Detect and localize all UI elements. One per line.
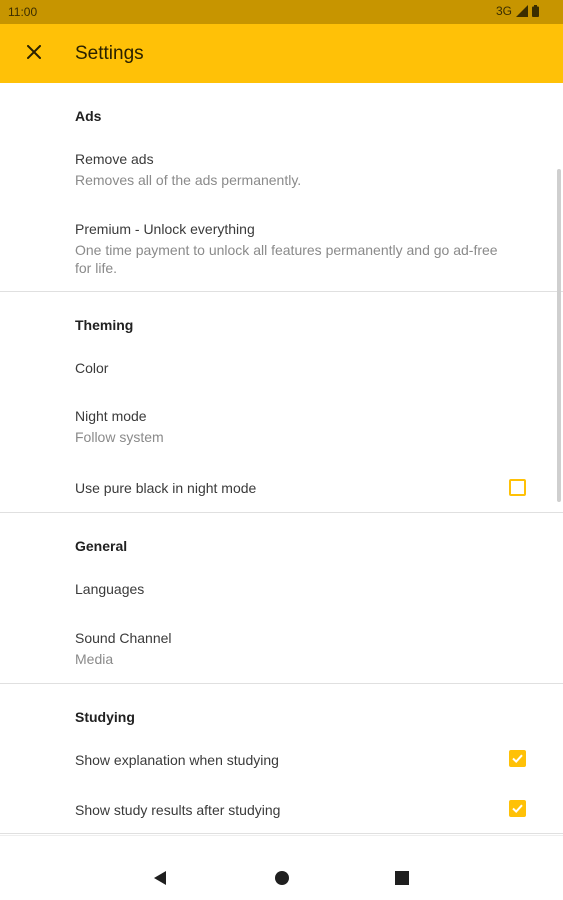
close-button[interactable] — [16, 36, 52, 72]
back-icon — [153, 870, 167, 891]
show-explanation-title: Show explanation when studying — [75, 752, 279, 768]
page-title: Settings — [75, 43, 144, 64]
show-results-checkbox[interactable] — [509, 800, 526, 817]
back-button[interactable] — [146, 866, 174, 894]
color-title: Color — [75, 360, 109, 376]
settings-list[interactable]: Ads Remove ads Removes all of the ads pe… — [0, 83, 563, 835]
premium-summary-line1: One time payment to unlock all features … — [75, 242, 498, 258]
premium-item[interactable]: Premium - Unlock everything One time pay… — [0, 209, 563, 289]
pure-black-item[interactable]: Use pure black in night mode — [0, 463, 563, 511]
show-results-title: Show study results after studying — [75, 802, 281, 818]
night-mode-title: Night mode — [75, 408, 147, 424]
remove-ads-summary: Removes all of the ads permanently. — [75, 172, 302, 188]
pure-black-title: Use pure black in night mode — [75, 480, 257, 496]
premium-title: Premium - Unlock everything — [75, 221, 255, 237]
divider — [0, 512, 563, 513]
recents-icon — [395, 870, 409, 890]
divider — [0, 683, 563, 684]
color-item[interactable]: Color — [0, 345, 563, 389]
show-results-item[interactable]: Show study results after studying — [0, 788, 563, 832]
category-general-header: General — [75, 538, 128, 554]
premium-summary-line2: for life. — [75, 260, 118, 276]
divider — [0, 291, 563, 292]
night-mode-summary: Follow system — [75, 429, 164, 445]
home-button[interactable] — [268, 866, 296, 894]
recents-button[interactable] — [388, 866, 416, 894]
pure-black-checkbox[interactable] — [509, 479, 526, 496]
scrollbar[interactable] — [557, 169, 561, 502]
sound-channel-item[interactable]: Sound Channel Media — [0, 616, 563, 678]
category-theming-header: Theming — [75, 317, 134, 333]
divider — [0, 833, 563, 834]
status-icons: 3G — [496, 4, 539, 18]
category-ads-header: Ads — [75, 108, 102, 124]
show-explanation-checkbox[interactable] — [509, 750, 526, 767]
signal-icon — [516, 5, 528, 17]
category-studying-header: Studying — [75, 709, 135, 725]
remove-ads-item[interactable]: Remove ads Removes all of the ads perman… — [0, 139, 563, 199]
app-bar: Settings — [0, 24, 563, 83]
navigation-bar — [0, 835, 563, 900]
status-time: 11:00 — [8, 5, 38, 19]
sound-channel-summary: Media — [75, 651, 114, 667]
languages-title: Languages — [75, 581, 145, 597]
home-icon — [274, 870, 290, 891]
battery-icon — [532, 5, 539, 17]
remove-ads-title: Remove ads — [75, 151, 154, 167]
network-type: 3G — [495, 4, 512, 18]
languages-item[interactable]: Languages — [0, 567, 563, 611]
status-bar: 11:00 3G — [0, 0, 563, 24]
show-explanation-item[interactable]: Show explanation when studying — [0, 738, 563, 782]
night-mode-item[interactable]: Night mode Follow system — [0, 395, 563, 455]
sound-channel-title: Sound Channel — [75, 630, 172, 646]
close-icon — [26, 44, 42, 64]
